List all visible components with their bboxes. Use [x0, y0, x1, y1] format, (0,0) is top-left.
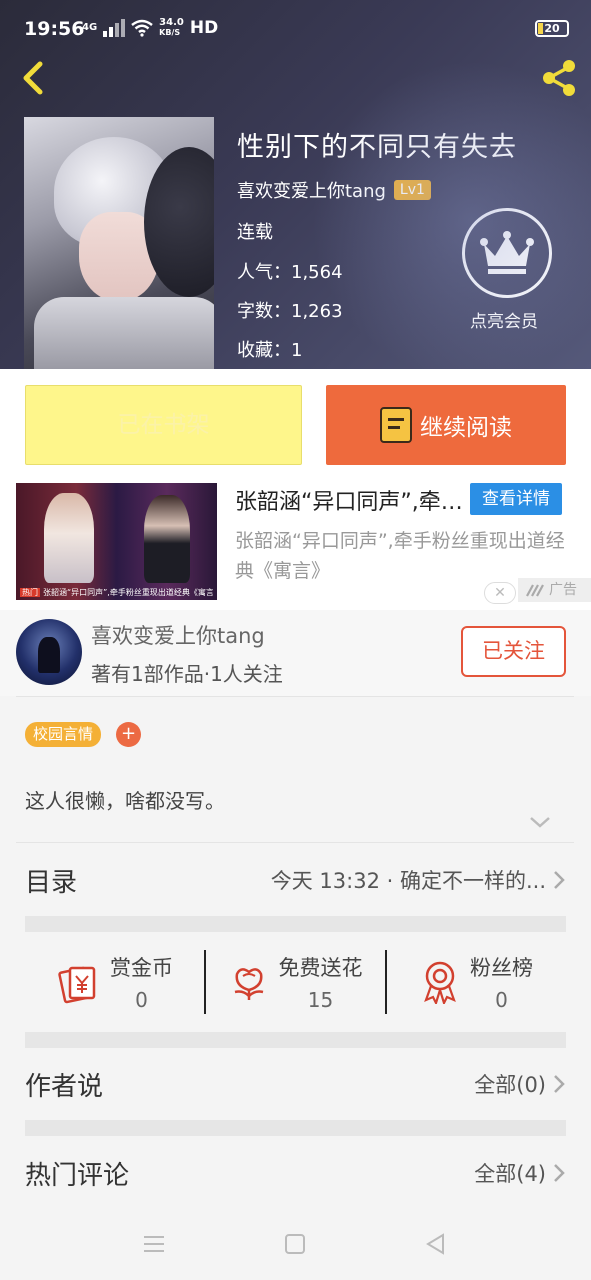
ad-image-caption-text: 张韶涵“异口同声”,牵手粉丝重现出道经典《寓言》 — [43, 588, 213, 597]
red-envelope-icon — [58, 966, 96, 1004]
reward-coins-button[interactable]: 赏金币 0 — [25, 950, 204, 1014]
medal-icon — [424, 961, 456, 1004]
add-tag-button[interactable]: + — [116, 722, 141, 747]
catalog-title: 目录 — [25, 867, 78, 898]
level-badge: Lv1 — [393, 180, 431, 200]
vip-button[interactable] — [462, 208, 552, 298]
section-separator — [25, 916, 566, 932]
ad-label: 广告 — [549, 582, 577, 598]
section-separator — [25, 1120, 566, 1136]
book-title: 性别下的不同只有失去 — [237, 132, 517, 163]
ad-logo-icon — [526, 584, 544, 597]
book-icon — [380, 407, 412, 443]
system-nav-bar — [0, 1210, 591, 1280]
status-bar: 19:56 4G 34.0 KB/S HD 20 — [0, 0, 591, 58]
author-says-row[interactable]: 作者说 全部(0) — [25, 1049, 566, 1119]
section-separator — [25, 1032, 566, 1048]
book-author[interactable]: 喜欢变爱上你tang — [237, 177, 386, 203]
followed-button[interactable]: 已关注 — [461, 626, 566, 677]
ad-mark: 广告 — [518, 578, 591, 602]
action-area: 已在书架 继续阅读 — [0, 369, 591, 482]
net-speed-value: 34.0 — [159, 17, 184, 28]
catalog-row[interactable]: 目录 今天 13:32 · 确定不一样的... — [25, 845, 566, 915]
hot-comments-all[interactable]: 全部(4) — [474, 1158, 566, 1188]
net-speed: 34.0 KB/S — [159, 18, 184, 38]
author-says-title: 作者说 — [25, 1071, 104, 1102]
back-triangle-icon[interactable] — [424, 1232, 446, 1256]
catalog-latest-text: 今天 13:32 · 确定不一样的... — [270, 869, 546, 893]
chevron-down-icon[interactable] — [528, 812, 552, 832]
hot-comments-title: 热门评论 — [25, 1160, 130, 1191]
free-flower-button[interactable]: 免费送花 15 — [204, 950, 385, 1014]
ad-image-tag: 热门 — [20, 588, 40, 597]
support-stats: 赏金币 0 免费送花 15 粉丝榜 0 — [25, 932, 566, 1032]
divider — [16, 842, 574, 843]
flower-icon — [234, 968, 263, 1000]
ad-title[interactable]: 张韶涵“异口同声”,牵手粉丝重现出道经典《寓言》 — [235, 484, 465, 516]
hd-indicator: HD — [189, 18, 219, 38]
on-shelf-button[interactable]: 已在书架 — [25, 385, 302, 465]
continue-reading-button[interactable]: 继续阅读 — [326, 385, 566, 465]
ad-description[interactable]: 张韶涵“异口同声”,牵手粉丝重现出道经典《寓言》 — [235, 526, 575, 586]
book-word-count: 字数：1,263 — [237, 301, 343, 322]
hot-comments-row[interactable]: 热门评论 全部(4) — [25, 1138, 566, 1208]
share-icon[interactable] — [537, 56, 581, 100]
hot-comments-count: 全部(4) — [474, 1162, 546, 1186]
chevron-right-icon — [554, 871, 565, 889]
divider — [16, 696, 574, 697]
vip-label[interactable]: 点亮会员 — [470, 307, 538, 332]
book-status: 连载 — [237, 222, 273, 243]
book-cover[interactable] — [24, 117, 214, 369]
ad-close-icon[interactable]: ✕ — [484, 582, 516, 604]
stat-label: 免费送花 — [278, 956, 363, 980]
avatar[interactable] — [16, 619, 82, 685]
book-header: 19:56 4G 34.0 KB/S HD 20 性别下的不同只有失去 喜欢变爱… — [0, 0, 591, 369]
net-type: 4G — [82, 22, 98, 33]
author-card-name[interactable]: 喜欢变爱上你tang — [91, 620, 265, 650]
author-line: 喜欢变爱上你tang Lv1 — [237, 177, 431, 203]
ad-image[interactable]: 热门 张韶涵“异口同声”,牵手粉丝重现出道经典《寓言》 — [16, 483, 217, 600]
genre-tag[interactable]: 校园言情 — [25, 722, 102, 747]
ad-image-caption: 热门 张韶涵“异口同声”,牵手粉丝重现出道经典《寓言》 — [20, 587, 213, 598]
chevron-right-icon — [554, 1075, 565, 1093]
author-says-count: 全部(0) — [474, 1073, 546, 1097]
continue-reading-label: 继续阅读 — [420, 415, 512, 441]
battery-icon: 20 — [535, 20, 569, 37]
book-intro: 这人很懒，啥都没写。 — [25, 789, 225, 813]
ad-banner[interactable]: 热门张韶涵“异口同声”,牵手粉丝重现出道经典《寓言》 张韶涵“异口同声”,牵手粉… — [0, 482, 591, 610]
author-card[interactable]: 喜欢变爱上你tang 著有1部作品·1人关注 已关注 — [0, 610, 591, 696]
book-popularity: 人气：1,564 — [237, 262, 343, 283]
chevron-right-icon — [554, 1164, 565, 1182]
catalog-latest: 今天 13:32 · 确定不一样的... — [271, 865, 566, 895]
status-icons: 4G 34.0 KB/S HD — [82, 18, 219, 39]
crown-icon — [480, 231, 534, 274]
book-favorites: 收藏：1 — [237, 340, 303, 361]
stat-value: 15 — [307, 988, 334, 1012]
wifi-icon — [131, 19, 153, 37]
stat-value: 0 — [495, 988, 508, 1012]
stat-value: 0 — [135, 988, 148, 1012]
net-speed-unit: KB/S — [159, 28, 181, 37]
fan-rank-button[interactable]: 粉丝榜 0 — [385, 950, 566, 1014]
status-time: 19:56 — [24, 18, 85, 40]
menu-icon[interactable] — [144, 1236, 164, 1252]
author-says-all[interactable]: 全部(0) — [474, 1069, 566, 1099]
author-card-stats: 著有1部作品·1人关注 — [91, 662, 283, 686]
ad-detail-button[interactable]: 查看详情 — [470, 483, 562, 515]
stat-label: 赏金币 — [110, 956, 173, 980]
stat-label: 粉丝榜 — [470, 956, 533, 980]
signal-icon — [103, 19, 126, 37]
home-icon[interactable] — [285, 1234, 305, 1254]
back-arrow-icon[interactable] — [14, 56, 50, 100]
